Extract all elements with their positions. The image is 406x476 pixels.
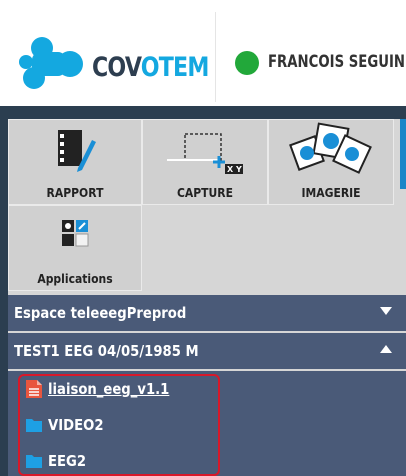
svg-text:X Y: X Y	[227, 165, 242, 174]
chevron-down-icon	[380, 307, 392, 315]
workspace-bar[interactable]: Espace teleeegPreprod	[8, 295, 406, 331]
folder-icon	[26, 419, 42, 432]
tool-applications[interactable]: Applications	[8, 205, 142, 291]
folder-label-video2: VIDEO2	[48, 416, 104, 434]
imagery-icon	[289, 122, 372, 174]
tool-label-imagerie: IMAGERIE	[301, 186, 361, 200]
chevron-up-icon	[380, 345, 392, 353]
file-item-liaison[interactable]: liaison_eeg_v1.1	[26, 378, 186, 400]
folder-item-video2[interactable]: VIDEO2	[26, 414, 111, 436]
app-header: COVOTEM FRANCOIS SEGUIN	[0, 0, 406, 106]
capture-icon: X Y	[167, 133, 243, 174]
applications-icon	[62, 220, 89, 247]
covotem-logo-icon	[19, 37, 83, 89]
folder-icon	[26, 455, 42, 468]
panel-accent-edge	[400, 119, 406, 189]
user-name[interactable]: FRANCOIS SEGUIN	[268, 52, 405, 72]
record-bar[interactable]: TEST1 EEG 04/05/1985 M	[8, 333, 406, 369]
tool-label-rapport: RAPPORT	[46, 186, 104, 200]
tool-capture[interactable]: X Y CAPTURE	[142, 119, 268, 205]
tool-imagerie[interactable]: IMAGERIE	[268, 119, 394, 205]
online-status-icon	[235, 51, 259, 75]
workspace-label: Espace teleeegPreprod	[14, 304, 187, 322]
document-icon	[26, 380, 42, 398]
tool-label-applications: Applications	[37, 272, 113, 286]
tool-rapport[interactable]: RAPPORT	[8, 119, 142, 205]
tool-label-capture: CAPTURE	[176, 186, 234, 200]
header-divider	[215, 12, 216, 102]
logo-text-a: COV	[92, 52, 142, 83]
logo-text-b: OTEM	[140, 52, 210, 83]
folder-item-eeg2[interactable]: EEG2	[26, 450, 91, 472]
file-label-liaison: liaison_eeg_v1.1	[48, 380, 170, 398]
record-label: TEST1 EEG 04/05/1985 M	[14, 342, 199, 360]
logo-text: COVOTEM	[92, 52, 209, 83]
report-icon	[58, 130, 96, 172]
folder-label-eeg2: EEG2	[48, 452, 87, 470]
